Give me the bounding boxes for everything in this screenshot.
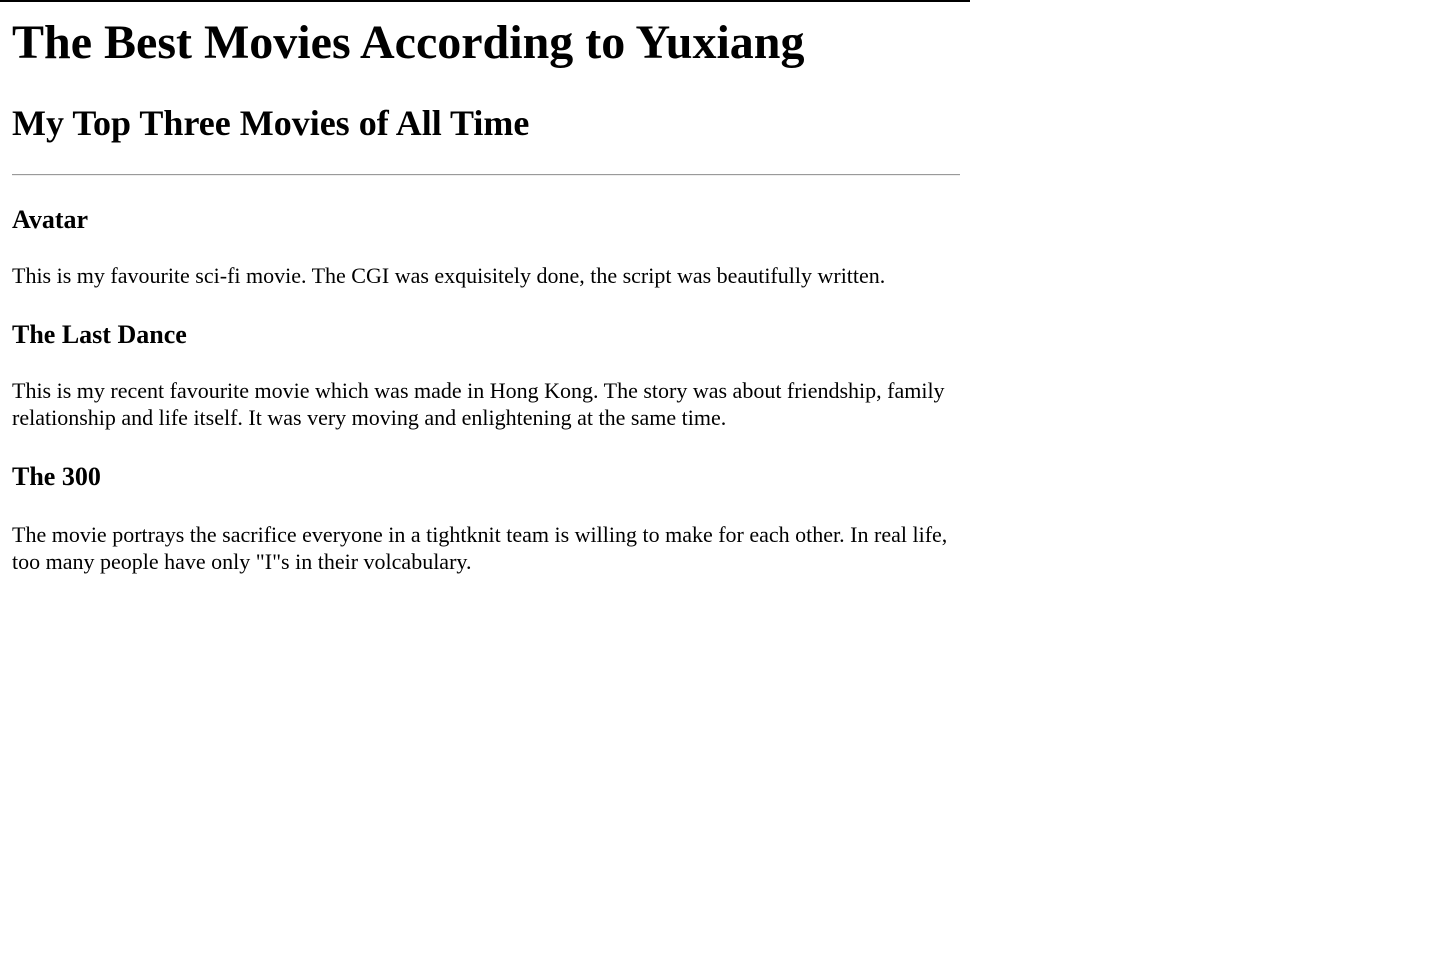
movie-title: Avatar: [12, 205, 89, 234]
movie-title: The 300: [12, 462, 101, 491]
movie-section-the-last-dance: The Last Dance This is my recent favouri…: [12, 319, 960, 431]
page-content: The Best Movies According to Yuxiang My …: [12, 0, 960, 575]
section-divider: [12, 174, 960, 176]
movie-description: This is my recent favourite movie which …: [12, 378, 945, 430]
movie-section-the-300: The 300 The movie portrays the sacrifice…: [12, 461, 960, 575]
movie-section-avatar: Avatar This is my favourite sci-fi movie…: [12, 204, 960, 289]
movie-title: The Last Dance: [12, 320, 187, 349]
page-subtitle: My Top Three Movies of All Time: [12, 103, 530, 143]
page-title: The Best Movies According to Yuxiang: [12, 16, 805, 69]
movie-description: The movie portrays the sacrifice everyon…: [12, 522, 948, 574]
movie-description: This is my favourite sci-fi movie. The C…: [12, 263, 886, 288]
